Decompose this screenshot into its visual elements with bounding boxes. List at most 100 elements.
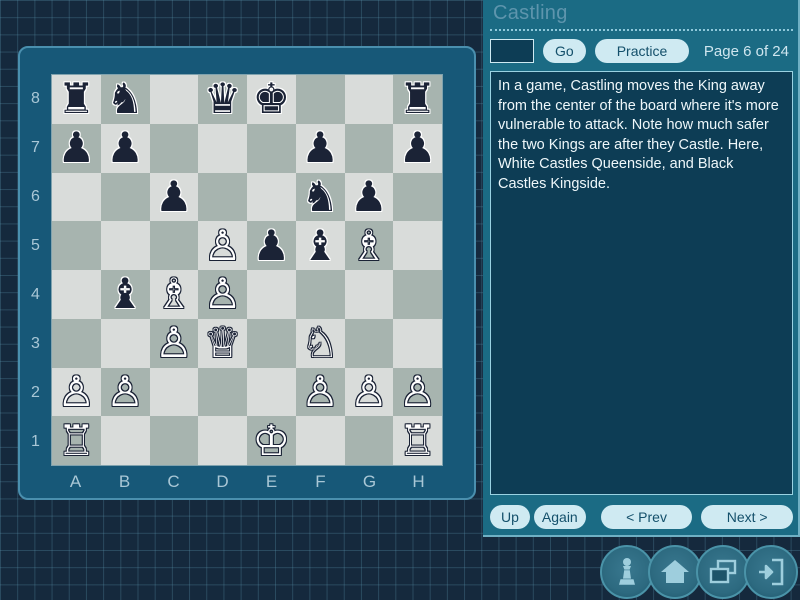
square-b2[interactable]: ♙ bbox=[100, 367, 150, 417]
black-pawn-icon[interactable]: ♟ bbox=[247, 221, 296, 270]
square-c2[interactable] bbox=[149, 367, 199, 417]
square-c3[interactable]: ♙ bbox=[149, 318, 199, 368]
again-button[interactable]: Again bbox=[533, 505, 586, 529]
square-e6[interactable] bbox=[247, 172, 296, 222]
square-d4[interactable]: ♙ bbox=[198, 270, 247, 319]
square-h4[interactable] bbox=[393, 270, 442, 319]
square-c7[interactable] bbox=[149, 123, 199, 173]
black-rook-icon[interactable]: ♜ bbox=[393, 75, 442, 124]
square-f5[interactable]: ♝ bbox=[295, 221, 345, 270]
square-a8[interactable]: ♜ bbox=[52, 75, 101, 124]
home-button[interactable] bbox=[648, 544, 702, 599]
square-c1[interactable] bbox=[149, 416, 199, 465]
square-b6[interactable] bbox=[100, 172, 150, 222]
square-a2[interactable]: ♙ bbox=[52, 367, 101, 417]
square-a3[interactable] bbox=[52, 318, 101, 368]
square-h8[interactable]: ♜ bbox=[393, 75, 442, 124]
square-b8[interactable]: ♞ bbox=[100, 75, 150, 124]
square-d6[interactable] bbox=[198, 172, 247, 222]
windows-button[interactable] bbox=[696, 544, 750, 599]
black-bishop-icon[interactable]: ♝ bbox=[296, 221, 345, 270]
black-pawn-icon[interactable]: ♟ bbox=[296, 124, 345, 173]
white-bishop-icon[interactable]: ♗ bbox=[150, 270, 199, 319]
square-c8[interactable] bbox=[149, 75, 199, 124]
white-pawn-icon[interactable]: ♙ bbox=[296, 368, 345, 417]
black-queen-icon[interactable]: ♛ bbox=[198, 75, 247, 124]
square-e5[interactable]: ♟ bbox=[247, 221, 296, 270]
exit-button[interactable] bbox=[744, 544, 798, 599]
chess-piece-button[interactable] bbox=[600, 544, 654, 599]
square-a7[interactable]: ♟ bbox=[52, 123, 101, 173]
black-rook-icon[interactable]: ♜ bbox=[52, 75, 101, 124]
square-c5[interactable] bbox=[149, 221, 199, 270]
square-d5[interactable]: ♙ bbox=[198, 221, 247, 270]
goto-page-input[interactable] bbox=[490, 39, 534, 63]
square-b7[interactable]: ♟ bbox=[100, 123, 150, 173]
black-knight-icon[interactable]: ♞ bbox=[296, 173, 345, 222]
square-f7[interactable]: ♟ bbox=[295, 123, 345, 173]
black-king-icon[interactable]: ♚ bbox=[247, 75, 296, 124]
up-button[interactable]: Up bbox=[490, 505, 530, 529]
square-d8[interactable]: ♛ bbox=[198, 75, 247, 124]
white-queen-icon[interactable]: ♕ bbox=[198, 319, 247, 368]
square-g6[interactable]: ♟ bbox=[344, 172, 394, 222]
black-pawn-icon[interactable]: ♟ bbox=[345, 173, 394, 222]
square-a6[interactable] bbox=[52, 172, 101, 222]
square-f3[interactable]: ♘ bbox=[295, 318, 345, 368]
square-e1[interactable]: ♔ bbox=[247, 416, 296, 465]
white-pawn-icon[interactable]: ♙ bbox=[150, 319, 199, 368]
square-h3[interactable] bbox=[393, 318, 442, 368]
square-a5[interactable] bbox=[52, 221, 101, 270]
white-rook-icon[interactable]: ♖ bbox=[52, 416, 101, 465]
next-button[interactable]: Next > bbox=[701, 505, 793, 529]
white-pawn-icon[interactable]: ♙ bbox=[52, 368, 101, 417]
square-h7[interactable]: ♟ bbox=[393, 123, 442, 173]
square-g2[interactable]: ♙ bbox=[344, 367, 394, 417]
black-knight-icon[interactable]: ♞ bbox=[101, 75, 150, 124]
square-d1[interactable] bbox=[198, 416, 247, 465]
square-g5[interactable]: ♗ bbox=[344, 221, 394, 270]
square-a4[interactable] bbox=[52, 270, 101, 319]
practice-button[interactable]: Practice bbox=[594, 39, 690, 63]
square-d7[interactable] bbox=[198, 123, 247, 173]
square-f4[interactable] bbox=[295, 270, 345, 319]
square-h5[interactable] bbox=[393, 221, 442, 270]
white-pawn-icon[interactable]: ♙ bbox=[345, 368, 394, 417]
square-c6[interactable]: ♟ bbox=[149, 172, 199, 222]
white-rook-icon[interactable]: ♖ bbox=[393, 416, 442, 465]
square-a1[interactable]: ♖ bbox=[52, 416, 101, 465]
square-g3[interactable] bbox=[344, 318, 394, 368]
square-g1[interactable] bbox=[344, 416, 394, 465]
prev-button[interactable]: < Prev bbox=[600, 505, 693, 529]
square-h1[interactable]: ♖ bbox=[393, 416, 442, 465]
white-bishop-icon[interactable]: ♗ bbox=[345, 221, 394, 270]
square-e8[interactable]: ♚ bbox=[247, 75, 296, 124]
square-g8[interactable] bbox=[344, 75, 394, 124]
square-b1[interactable] bbox=[100, 416, 150, 465]
square-c4[interactable]: ♗ bbox=[149, 270, 199, 319]
square-e4[interactable] bbox=[247, 270, 296, 319]
square-g7[interactable] bbox=[344, 123, 394, 173]
square-b5[interactable] bbox=[100, 221, 150, 270]
white-pawn-icon[interactable]: ♙ bbox=[101, 368, 150, 417]
square-f2[interactable]: ♙ bbox=[295, 367, 345, 417]
go-button[interactable]: Go bbox=[543, 39, 586, 63]
black-pawn-icon[interactable]: ♟ bbox=[101, 124, 150, 173]
square-e3[interactable] bbox=[247, 318, 296, 368]
chess-board-grid[interactable]: ♜ ♞ ♛ ♚ ♜ ♟ ♟ ♟ ♟ ♟ ♞ ♟ ♙ ♟ ♝ ♗ ♝ ♗ ♙ ♙ ♕ ♘ ♙ ♙ ♙ ♙ ♙ ♖ ♔ ♖ bbox=[52, 75, 442, 465]
square-b3[interactable] bbox=[100, 318, 150, 368]
square-f8[interactable] bbox=[295, 75, 345, 124]
square-g4[interactable] bbox=[344, 270, 394, 319]
square-e2[interactable] bbox=[247, 367, 296, 417]
white-pawn-icon[interactable]: ♙ bbox=[393, 368, 442, 417]
square-d2[interactable] bbox=[198, 367, 247, 417]
square-h2[interactable]: ♙ bbox=[393, 367, 442, 417]
black-bishop-icon[interactable]: ♝ bbox=[101, 270, 150, 319]
square-b4[interactable]: ♝ bbox=[100, 270, 150, 319]
chess-board[interactable]: ♜ ♞ ♛ ♚ ♜ ♟ ♟ ♟ ♟ ♟ ♞ ♟ ♙ ♟ ♝ ♗ ♝ ♗ ♙ ♙ ♕ ♘ ♙ ♙ ♙ ♙ ♙ ♖ ♔ ♖ bbox=[51, 74, 443, 466]
square-f1[interactable] bbox=[295, 416, 345, 465]
white-king-icon[interactable]: ♔ bbox=[247, 416, 296, 465]
square-d3[interactable]: ♕ bbox=[198, 318, 247, 368]
black-pawn-icon[interactable]: ♟ bbox=[150, 173, 199, 222]
white-pawn-icon[interactable]: ♙ bbox=[198, 221, 247, 270]
